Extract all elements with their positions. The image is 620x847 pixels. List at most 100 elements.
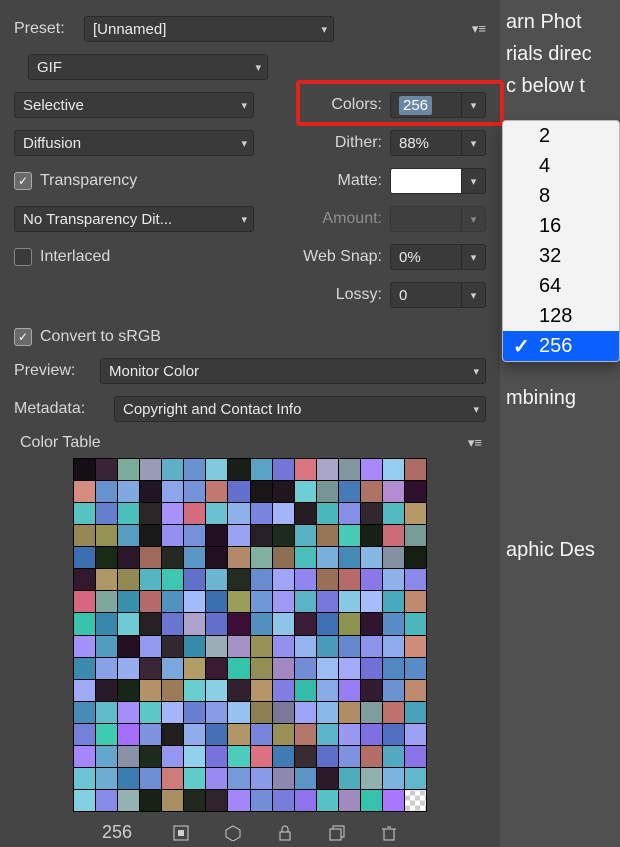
color-swatch[interactable]: [118, 459, 139, 480]
color-swatch[interactable]: [162, 636, 183, 657]
color-swatch[interactable]: [184, 790, 205, 811]
color-swatch[interactable]: [405, 591, 426, 612]
color-swatch[interactable]: [184, 702, 205, 723]
color-swatch[interactable]: [74, 658, 95, 679]
color-swatch[interactable]: [361, 525, 382, 546]
color-swatch[interactable]: [118, 503, 139, 524]
color-swatch[interactable]: [295, 481, 316, 502]
color-swatch[interactable]: [96, 680, 117, 701]
color-swatch[interactable]: [118, 658, 139, 679]
color-swatch[interactable]: [206, 503, 227, 524]
color-swatch[interactable]: [251, 658, 272, 679]
color-swatch[interactable]: [140, 702, 161, 723]
color-swatch[interactable]: [361, 547, 382, 568]
color-swatch[interactable]: [295, 790, 316, 811]
color-swatch[interactable]: [251, 525, 272, 546]
colors-option-8[interactable]: 8: [503, 181, 619, 211]
color-swatch[interactable]: [339, 613, 360, 634]
color-swatch[interactable]: [74, 636, 95, 657]
color-swatch[interactable]: [339, 768, 360, 789]
color-swatch[interactable]: [118, 680, 139, 701]
colors-option-256[interactable]: 256: [503, 331, 619, 361]
color-swatch[interactable]: [405, 768, 426, 789]
color-swatch[interactable]: [96, 481, 117, 502]
colors-option-64[interactable]: 64: [503, 271, 619, 301]
color-swatch[interactable]: [140, 591, 161, 612]
color-swatch[interactable]: [251, 746, 272, 767]
color-swatch[interactable]: [251, 503, 272, 524]
color-swatch[interactable]: [228, 636, 249, 657]
color-table-grid[interactable]: [73, 458, 427, 812]
color-swatch[interactable]: [361, 459, 382, 480]
color-swatch[interactable]: [405, 613, 426, 634]
preview-dropdown[interactable]: Monitor Color ▾: [100, 358, 486, 384]
color-swatch[interactable]: [184, 636, 205, 657]
color-swatch[interactable]: [317, 746, 338, 767]
color-swatch[interactable]: [118, 746, 139, 767]
color-swatch[interactable]: [251, 790, 272, 811]
color-swatch[interactable]: [317, 790, 338, 811]
color-swatch[interactable]: [383, 702, 404, 723]
colors-option-128[interactable]: 128: [503, 301, 619, 331]
color-swatch[interactable]: [228, 768, 249, 789]
color-swatch[interactable]: [361, 591, 382, 612]
color-swatch[interactable]: [383, 636, 404, 657]
color-swatch[interactable]: [383, 547, 404, 568]
color-swatch[interactable]: [118, 613, 139, 634]
colors-option-32[interactable]: 32: [503, 241, 619, 271]
color-swatch[interactable]: [383, 680, 404, 701]
color-swatch[interactable]: [96, 591, 117, 612]
color-swatch[interactable]: [405, 790, 426, 811]
color-swatch[interactable]: [251, 680, 272, 701]
color-swatch[interactable]: [96, 790, 117, 811]
panel-menu-icon[interactable]: ▾≡: [472, 21, 486, 37]
color-swatch[interactable]: [140, 481, 161, 502]
color-swatch[interactable]: [140, 569, 161, 590]
color-swatch[interactable]: [96, 503, 117, 524]
color-swatch[interactable]: [74, 569, 95, 590]
color-swatch[interactable]: [162, 768, 183, 789]
color-swatch[interactable]: [228, 569, 249, 590]
color-swatch[interactable]: [361, 768, 382, 789]
color-swatch[interactable]: [361, 724, 382, 745]
color-swatch[interactable]: [295, 525, 316, 546]
color-swatch[interactable]: [96, 525, 117, 546]
dither-stepper[interactable]: ▾: [462, 130, 486, 156]
color-swatch[interactable]: [405, 746, 426, 767]
color-swatch[interactable]: [295, 702, 316, 723]
dither-algo-dropdown[interactable]: Diffusion ▾: [14, 130, 254, 156]
color-swatch[interactable]: [184, 591, 205, 612]
color-swatch[interactable]: [228, 481, 249, 502]
color-swatch[interactable]: [251, 547, 272, 568]
color-swatch[interactable]: [162, 680, 183, 701]
color-swatch[interactable]: [184, 525, 205, 546]
color-swatch[interactable]: [184, 658, 205, 679]
color-swatch[interactable]: [184, 768, 205, 789]
color-swatch[interactable]: [228, 790, 249, 811]
color-swatch[interactable]: [295, 569, 316, 590]
color-swatch[interactable]: [273, 525, 294, 546]
color-swatch[interactable]: [405, 569, 426, 590]
color-swatch[interactable]: [140, 459, 161, 480]
color-swatch[interactable]: [251, 636, 272, 657]
color-swatch[interactable]: [74, 481, 95, 502]
color-swatch[interactable]: [273, 613, 294, 634]
color-swatch[interactable]: [361, 569, 382, 590]
color-swatch[interactable]: [317, 768, 338, 789]
color-swatch[interactable]: [206, 591, 227, 612]
color-swatch[interactable]: [184, 459, 205, 480]
lock-icon[interactable]: [276, 824, 294, 842]
color-swatch[interactable]: [383, 591, 404, 612]
color-swatch[interactable]: [383, 503, 404, 524]
color-swatch[interactable]: [273, 746, 294, 767]
color-swatch[interactable]: [295, 591, 316, 612]
color-swatch[interactable]: [273, 768, 294, 789]
color-swatch[interactable]: [383, 768, 404, 789]
color-swatch[interactable]: [228, 702, 249, 723]
color-swatch[interactable]: [206, 459, 227, 480]
color-swatch[interactable]: [184, 481, 205, 502]
color-swatch[interactable]: [339, 746, 360, 767]
color-swatch[interactable]: [118, 790, 139, 811]
color-swatch[interactable]: [273, 658, 294, 679]
color-swatch[interactable]: [228, 547, 249, 568]
